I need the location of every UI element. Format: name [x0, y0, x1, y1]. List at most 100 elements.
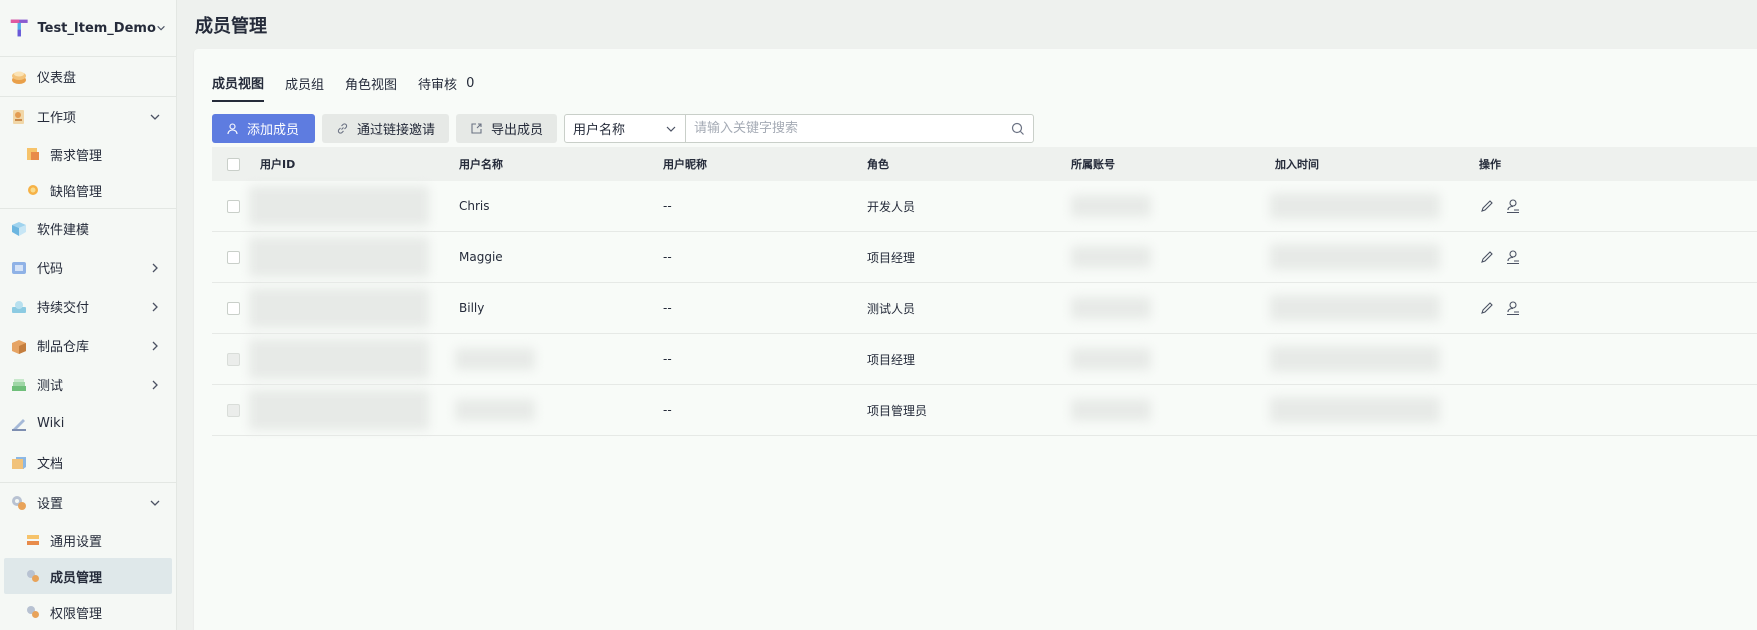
sidebar-item-settings[interactable]: 设置 [0, 483, 176, 522]
sidebar-item-modeling[interactable]: 软件建模 [0, 209, 176, 248]
user-role: 测试人员 [867, 301, 916, 316]
search-field-select[interactable]: 用户名称 [565, 115, 687, 142]
redacted-user-id [249, 237, 429, 277]
user-role: 项目经理 [867, 352, 916, 367]
sidebar-item-requirements[interactable]: 需求管理 [0, 136, 176, 172]
table-header: 用户ID 用户名称 用户昵称 角色 所属账号 加入时间 操作 [212, 147, 1757, 181]
column-header[interactable]: 所属账号 [1071, 156, 1275, 172]
tab-pending-review[interactable]: 待审核 0 [418, 73, 474, 102]
redacted-account [1071, 195, 1151, 217]
redacted-account [1071, 348, 1151, 370]
wiki-icon [12, 418, 26, 431]
row-checkbox[interactable] [227, 250, 240, 264]
edit-icon[interactable] [1479, 300, 1495, 316]
column-header: 操作 [1479, 158, 1501, 171]
redacted-user-id [249, 186, 429, 226]
redacted-user-name [455, 399, 535, 421]
column-header[interactable]: 用户昵称 [663, 156, 867, 172]
redacted-user-name [455, 348, 535, 370]
user-nickname: -- [663, 301, 672, 315]
redacted-join-time [1270, 193, 1440, 219]
sidebar-item-dashboard[interactable]: 仪表盘 [0, 57, 176, 96]
redacted-user-id [249, 339, 429, 379]
column-header[interactable]: 角色 [867, 156, 1071, 172]
column-header[interactable]: 加入时间 [1275, 156, 1479, 172]
redacted-join-time [1270, 244, 1440, 270]
modeling-icon [12, 221, 26, 236]
sidebar-item-work-items[interactable]: 工作项 [0, 97, 176, 136]
user-nickname: -- [663, 352, 672, 366]
column-header[interactable]: 用户ID [255, 156, 459, 172]
edit-icon[interactable] [1479, 249, 1495, 265]
redacted-join-time [1270, 295, 1440, 321]
search-button[interactable] [1003, 115, 1033, 142]
tab-role-view[interactable]: 角色视图 [345, 73, 397, 102]
testing-icon [12, 378, 26, 391]
user-name: Billy [459, 301, 485, 315]
chevron-down-icon [157, 25, 165, 31]
search-icon [1011, 122, 1024, 135]
user-name: Maggie [459, 250, 503, 264]
docs-icon [12, 456, 26, 469]
select-all-checkbox[interactable] [227, 157, 240, 171]
add-member-button[interactable]: 添加成员 [212, 114, 316, 143]
sidebar-item-testing[interactable]: 测试 [0, 365, 176, 404]
chevron-down-icon [666, 126, 676, 132]
sidebar-item-code[interactable]: 代码 [0, 248, 176, 287]
sidebar-item-members[interactable]: 成员管理 [4, 558, 172, 594]
table-row: Maggie -- 项目经理 [212, 232, 1757, 283]
sidebar-item-wiki[interactable]: Wiki [0, 404, 176, 443]
permissions-icon [27, 606, 39, 618]
row-checkbox[interactable] [227, 301, 240, 315]
dashboard-icon [12, 71, 26, 84]
column-header[interactable]: 用户名称 [459, 156, 663, 172]
remove-member-icon[interactable] [1505, 198, 1521, 214]
chevron-down-icon [150, 500, 160, 506]
tab-member-view[interactable]: 成员视图 [212, 73, 265, 102]
sidebar-item-permissions[interactable]: 权限管理 [0, 594, 176, 630]
table-row: -- 项目经理 [212, 334, 1757, 385]
sidebar-item-delivery[interactable]: 持续交付 [0, 287, 176, 326]
table-row: Chris -- 开发人员 [212, 181, 1757, 232]
defects-icon [28, 185, 38, 195]
main-area: 成员管理 成员视图 成员组 角色视图 待审核 0 添加成员 通过链接邀请 导出成员 [178, 0, 1757, 630]
export-icon [471, 123, 482, 134]
tab-member-groups[interactable]: 成员组 [285, 73, 324, 102]
project-switcher[interactable]: Test_Item_Demo [0, 0, 176, 57]
user-nickname: -- [663, 403, 672, 417]
row-checkbox [227, 352, 240, 366]
sidebar-item-artifacts[interactable]: 制品仓库 [0, 326, 176, 365]
requirements-icon [27, 148, 39, 160]
invite-link-button[interactable]: 通过链接邀请 [322, 114, 450, 143]
table-row: -- 项目管理员 [212, 385, 1757, 436]
member-tabs: 成员视图 成员组 角色视图 待审核 0 [212, 73, 495, 102]
artifacts-icon [12, 339, 26, 354]
chevron-right-icon [152, 380, 158, 389]
table-row: Billy -- 测试人员 [212, 283, 1757, 334]
user-role: 项目管理员 [867, 403, 928, 418]
project-logo-icon [10, 19, 28, 37]
user-nickname: -- [663, 199, 672, 213]
remove-member-icon[interactable] [1505, 249, 1521, 265]
sidebar-item-general-settings[interactable]: 通用设置 [0, 522, 176, 558]
redacted-account [1071, 246, 1151, 268]
chevron-right-icon [152, 263, 158, 272]
chevron-down-icon [150, 114, 160, 120]
user-role: 项目经理 [867, 250, 916, 265]
redacted-user-id [249, 390, 429, 430]
redacted-user-id [249, 288, 429, 328]
member-card: 成员视图 成员组 角色视图 待审核 0 添加成员 通过链接邀请 导出成员 用户名称 [194, 49, 1757, 630]
toolbar: 添加成员 通过链接邀请 导出成员 用户名称 [212, 114, 1035, 143]
export-members-button[interactable]: 导出成员 [456, 114, 558, 143]
chevron-right-icon [152, 302, 158, 311]
members-icon [27, 570, 39, 582]
chevron-right-icon [152, 341, 158, 350]
row-checkbox[interactable] [227, 199, 240, 213]
edit-icon[interactable] [1479, 198, 1495, 214]
remove-member-icon[interactable] [1505, 300, 1521, 316]
link-icon [337, 123, 348, 134]
sidebar-item-docs[interactable]: 文档 [0, 443, 176, 482]
sidebar-item-defects[interactable]: 缺陷管理 [0, 172, 176, 208]
search-input[interactable] [686, 115, 1004, 142]
user-name: Chris [459, 199, 490, 213]
